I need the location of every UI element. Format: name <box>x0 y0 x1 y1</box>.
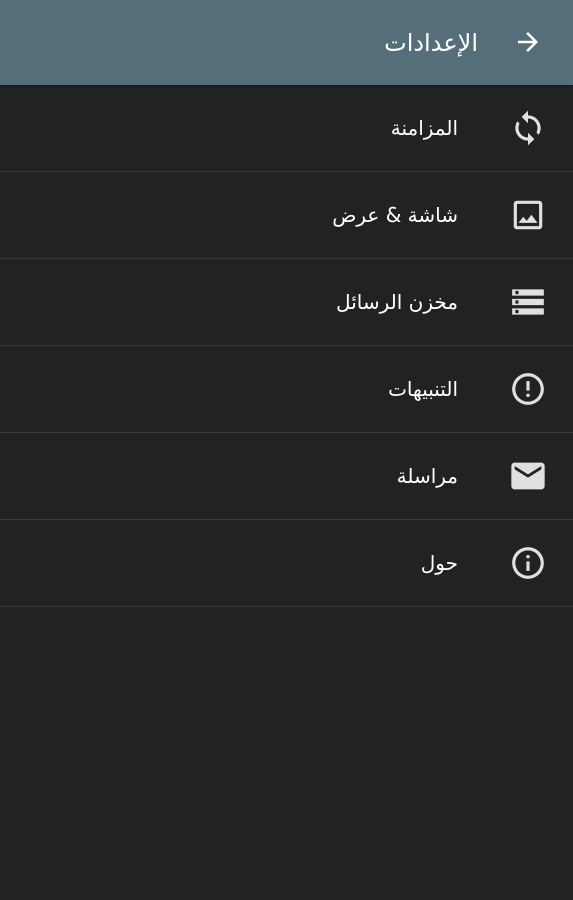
sync-icon <box>508 108 548 148</box>
alert-icon <box>508 369 548 409</box>
page-title: الإعدادات <box>384 28 478 57</box>
info-icon <box>508 543 548 583</box>
menu-item-display[interactable]: شاشة & عرض <box>0 172 573 259</box>
menu-item-about[interactable]: حول <box>0 520 573 607</box>
menu-item-label: حول <box>420 551 458 575</box>
menu-item-label: مراسلة <box>396 464 458 488</box>
email-icon <box>508 456 548 496</box>
settings-screen: الإعدادات المزامنة شاشة & عرض مخزن الرسا… <box>0 0 573 900</box>
menu-item-label: مخزن الرسائل <box>336 290 458 314</box>
settings-menu: المزامنة شاشة & عرض مخزن الرسائل التنبيه… <box>0 85 573 607</box>
back-button[interactable] <box>498 12 558 72</box>
app-bar: الإعدادات <box>0 0 573 85</box>
menu-item-label: التنبيهات <box>388 377 458 401</box>
menu-item-sync[interactable]: المزامنة <box>0 85 573 172</box>
menu-item-notifications[interactable]: التنبيهات <box>0 346 573 433</box>
arrow-right-icon <box>513 27 543 57</box>
image-icon <box>508 195 548 235</box>
menu-item-label: المزامنة <box>390 116 458 140</box>
menu-item-storage[interactable]: مخزن الرسائل <box>0 259 573 346</box>
menu-item-messaging[interactable]: مراسلة <box>0 433 573 520</box>
menu-item-label: شاشة & عرض <box>332 203 458 227</box>
storage-icon <box>508 282 548 322</box>
